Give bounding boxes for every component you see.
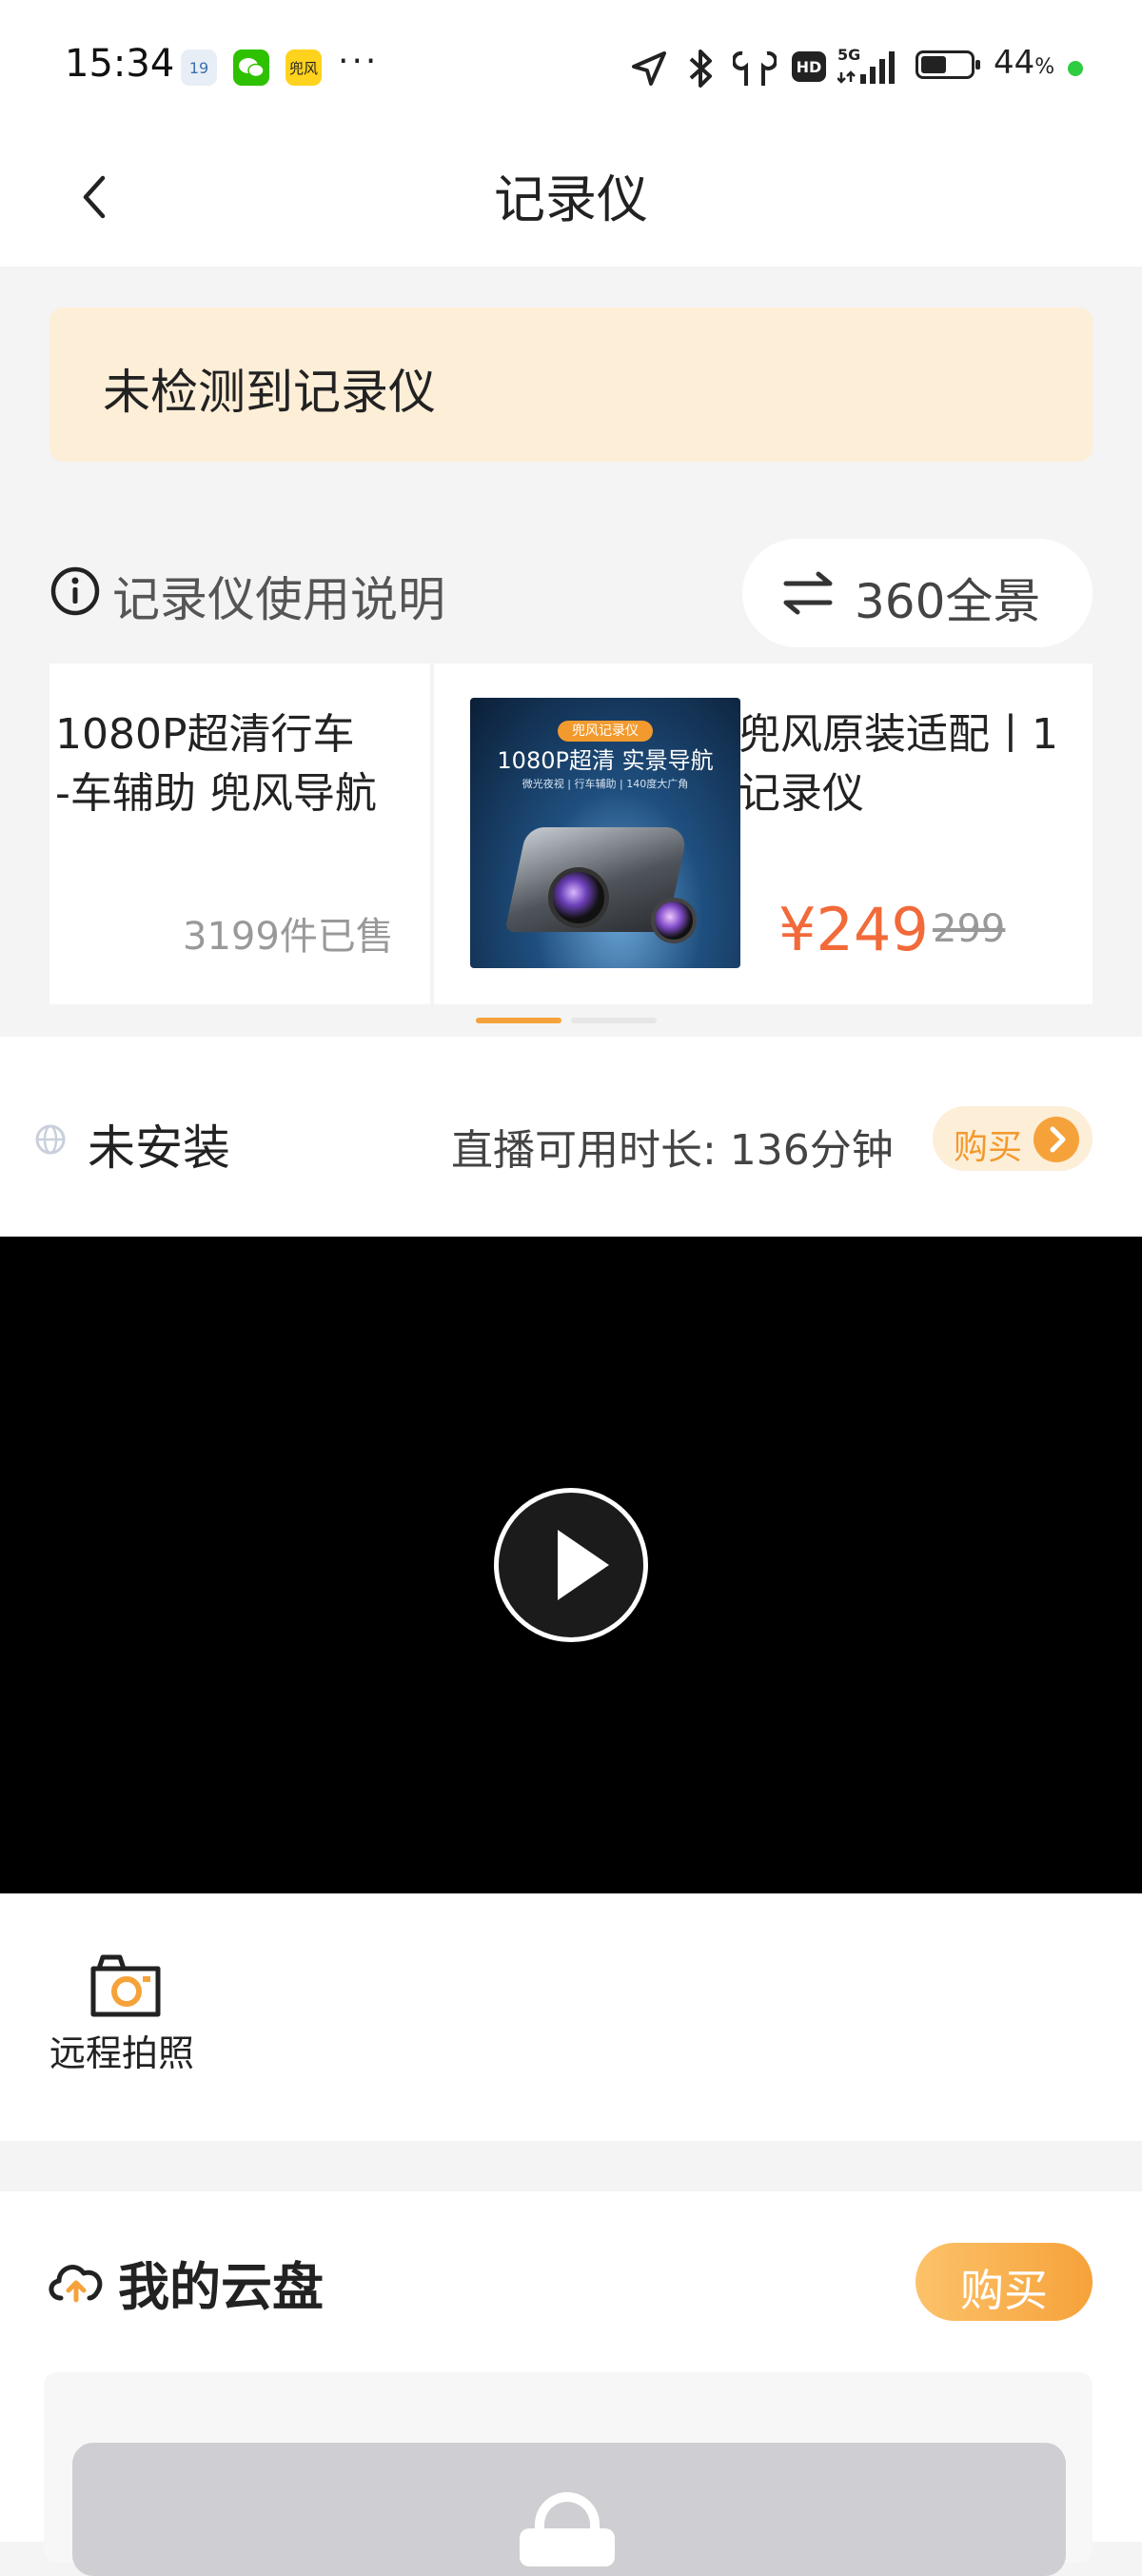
cloud-upload-icon — [44, 2254, 108, 2308]
cloud-title: 我的云盘 — [118, 2257, 324, 2317]
bluetooth-icon — [681, 48, 719, 93]
no-recorder-text: 未检测到记录仪 — [103, 365, 436, 420]
chevron-right-icon — [1034, 1117, 1079, 1162]
status-time: 15:34 — [65, 42, 175, 86]
sold-count: 3199件已售 — [183, 915, 394, 959]
location-icon — [630, 50, 668, 91]
lock-icon-body — [520, 2528, 615, 2566]
calendar-icon: 19 — [181, 50, 217, 86]
original-price: 299 — [933, 907, 1006, 951]
product-price: ¥249 — [778, 895, 929, 964]
swap-icon — [782, 568, 834, 618]
thumb-subline: 微光夜视 | 行车辅助 | 140度大广角 — [522, 778, 689, 790]
product-title: 兜风原装适配丨1 记录仪 — [738, 710, 1058, 818]
play-icon — [558, 1530, 609, 1600]
buy-live-time-label: 购买 — [954, 1128, 1023, 1167]
install-status: 未安装 — [88, 1120, 230, 1176]
battery-percent: 44% — [994, 44, 1055, 82]
page-title: 记录仪 — [494, 169, 648, 229]
hd-icon: HD — [792, 51, 826, 82]
info-icon[interactable] — [49, 565, 101, 617]
live-duration: 直播可用时长: 136分钟 — [451, 1126, 894, 1175]
battery-icon — [916, 50, 980, 79]
product-title: 1080P超清行车 -车辅助 兜风导航 — [55, 710, 377, 818]
signal-icon — [837, 48, 902, 89]
privacy-indicator-dot — [1068, 61, 1083, 76]
earbuds-icon — [731, 48, 778, 93]
remote-photo-button[interactable]: 远程拍照 — [49, 2024, 194, 2076]
buy-cloud-label: 购买 — [960, 2265, 1048, 2316]
globe-icon — [34, 1123, 67, 1156]
camera-icon[interactable] — [88, 1952, 166, 2020]
rear-camera-illustration — [651, 898, 697, 943]
more-notifications-icon: ··· — [338, 42, 380, 81]
thumb-headline: 1080P超清 实景导航 — [497, 747, 714, 774]
product-image: 兜风记录仪 1080P超清 实景导航 微光夜视 | 行车辅助 | 140度大广角 — [470, 698, 740, 968]
carousel-indicator-active — [476, 1018, 561, 1023]
wechat-icon — [233, 50, 269, 86]
thumb-tag: 兜风记录仪 — [558, 721, 653, 742]
dashcam-lens — [548, 867, 609, 928]
recorder-manual-link[interactable]: 记录仪使用说明 — [112, 562, 445, 630]
switch-360-view-label: 360全景 — [855, 574, 1041, 629]
carousel-indicator — [571, 1018, 657, 1023]
product-card[interactable]: 1080P超清行车 -车辅助 兜风导航 3199件已售 — [49, 664, 430, 1004]
doufeng-app-icon: 兜风 — [286, 50, 322, 86]
